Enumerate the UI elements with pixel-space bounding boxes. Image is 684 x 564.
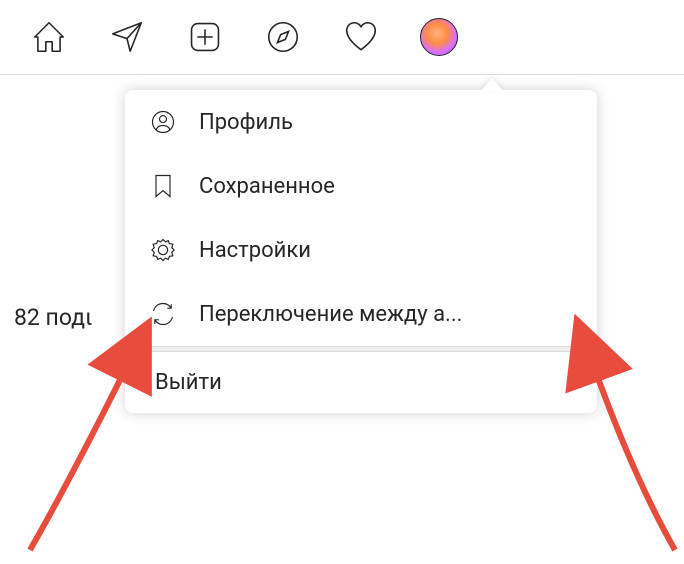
explore-icon[interactable] xyxy=(264,18,302,56)
background-stats: 82 подι xyxy=(14,304,92,331)
menu-switch-accounts[interactable]: Переключение между а... xyxy=(125,282,597,346)
saved-icon xyxy=(149,172,177,200)
dropdown-arrow xyxy=(480,78,504,92)
new-post-icon[interactable] xyxy=(186,18,224,56)
menu-settings-label: Настройки xyxy=(199,238,311,263)
menu-logout[interactable]: Выйти xyxy=(125,352,597,413)
menu-logout-label: Выйти xyxy=(155,370,222,395)
top-nav xyxy=(0,0,684,75)
profile-icon xyxy=(149,108,177,136)
menu-settings[interactable]: Настройки xyxy=(125,218,597,282)
menu-profile[interactable]: Профиль xyxy=(125,90,597,154)
settings-icon xyxy=(149,236,177,264)
menu-saved-label: Сохраненное xyxy=(199,174,335,199)
profile-dropdown: Профиль Сохраненное Настройки Переключен… xyxy=(125,90,597,413)
profile-avatar[interactable] xyxy=(420,18,458,56)
annotation-arrow-right xyxy=(580,350,684,564)
menu-switch-label: Переключение между а... xyxy=(199,302,462,327)
annotation-arrow-left xyxy=(10,350,150,564)
direct-icon[interactable] xyxy=(108,18,146,56)
switch-icon xyxy=(149,300,177,328)
activity-icon[interactable] xyxy=(342,18,380,56)
menu-saved[interactable]: Сохраненное xyxy=(125,154,597,218)
menu-profile-label: Профиль xyxy=(199,110,293,135)
home-icon[interactable] xyxy=(30,18,68,56)
